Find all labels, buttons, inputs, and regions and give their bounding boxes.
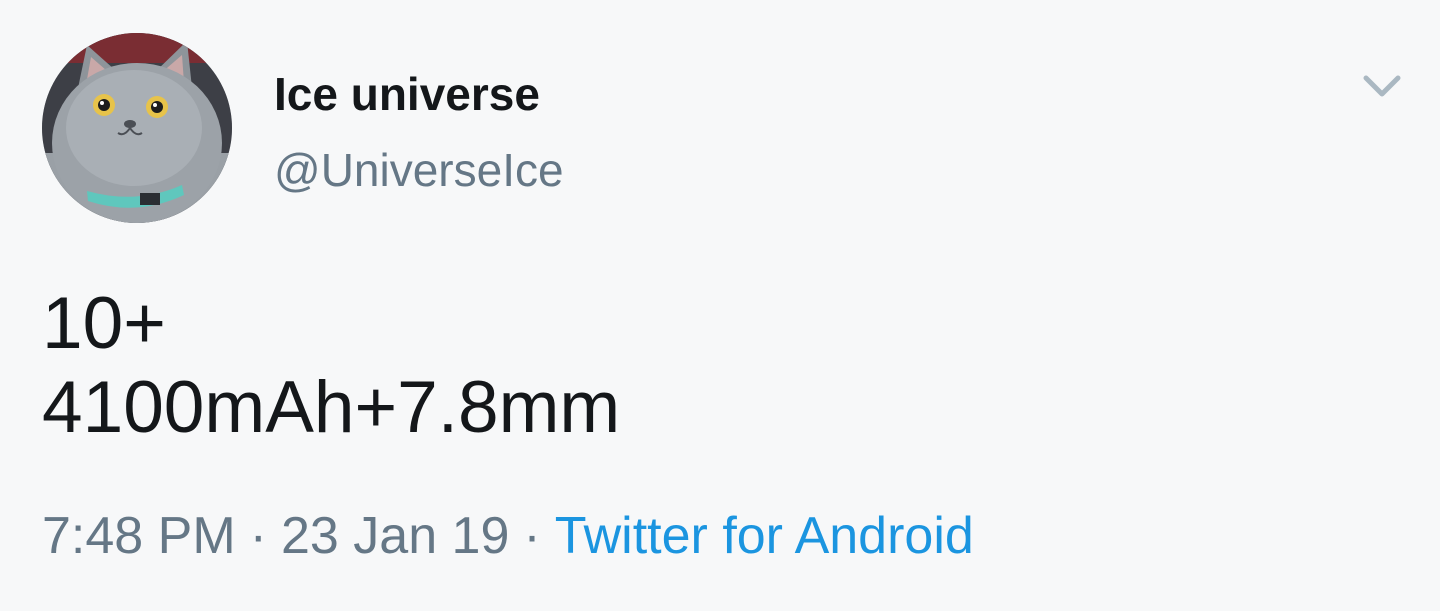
- meta-separator: ·: [249, 507, 267, 565]
- tweet-text: 10+ 4100mAh+7.8mm: [42, 282, 620, 450]
- cat-avatar[interactable]: [42, 33, 232, 223]
- chevron-down-icon[interactable]: [1358, 66, 1406, 106]
- tweet-time[interactable]: 7:48 PM: [42, 507, 236, 565]
- tweet-date[interactable]: 23 Jan 19: [281, 507, 509, 565]
- author-name[interactable]: Ice universe: [274, 66, 540, 122]
- tweet-source-link[interactable]: Twitter for Android: [555, 507, 974, 565]
- tweet-card: Ice universe @UniverseIce 10+ 4100mAh+7.…: [0, 0, 1440, 611]
- author-handle[interactable]: @UniverseIce: [274, 142, 564, 198]
- tweet-text-line: 4100mAh+7.8mm: [42, 367, 621, 448]
- tweet-metadata: 7:48 PM · 23 Jan 19 · Twitter for Android: [42, 506, 974, 566]
- tweet-text-line: 10+: [42, 283, 166, 364]
- cat-avatar-image: [42, 33, 232, 223]
- meta-separator: ·: [523, 507, 541, 565]
